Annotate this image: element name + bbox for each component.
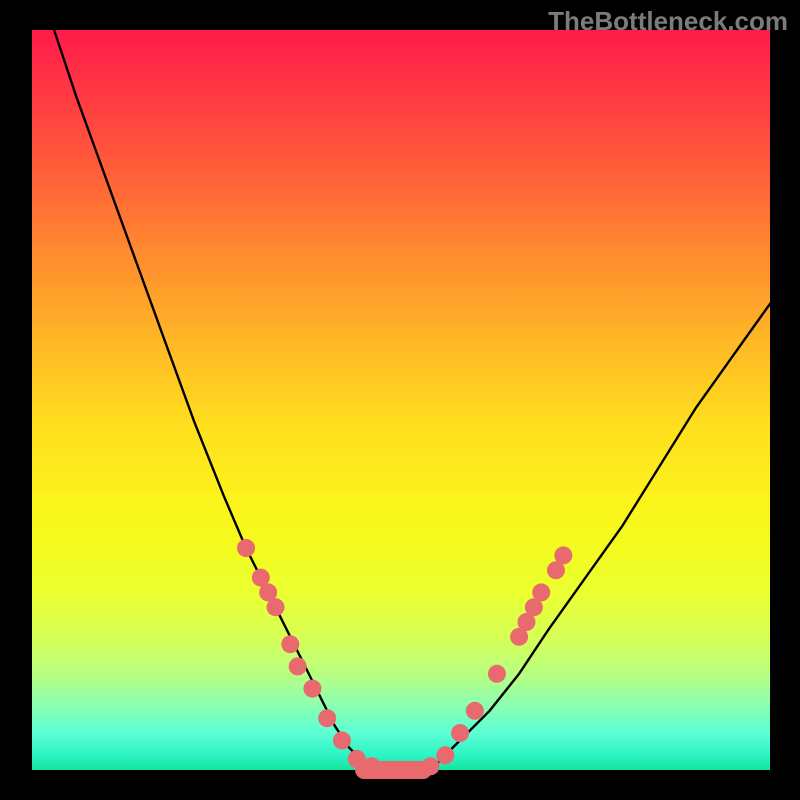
- plot-area: [32, 30, 770, 770]
- data-marker: [532, 583, 550, 601]
- data-marker: [451, 724, 469, 742]
- data-marker: [554, 546, 572, 564]
- chart-container: TheBottleneck.com: [0, 0, 800, 800]
- curve-markers: [237, 539, 572, 779]
- data-marker: [237, 539, 255, 557]
- data-marker: [289, 657, 307, 675]
- data-marker: [318, 709, 336, 727]
- data-marker: [333, 731, 351, 749]
- data-marker: [488, 665, 506, 683]
- data-marker: [267, 598, 285, 616]
- data-marker: [281, 635, 299, 653]
- data-marker: [436, 746, 454, 764]
- bottleneck-curve: [54, 30, 770, 770]
- data-marker: [422, 757, 440, 775]
- data-marker: [303, 680, 321, 698]
- data-marker: [466, 702, 484, 720]
- chart-svg: [32, 30, 770, 770]
